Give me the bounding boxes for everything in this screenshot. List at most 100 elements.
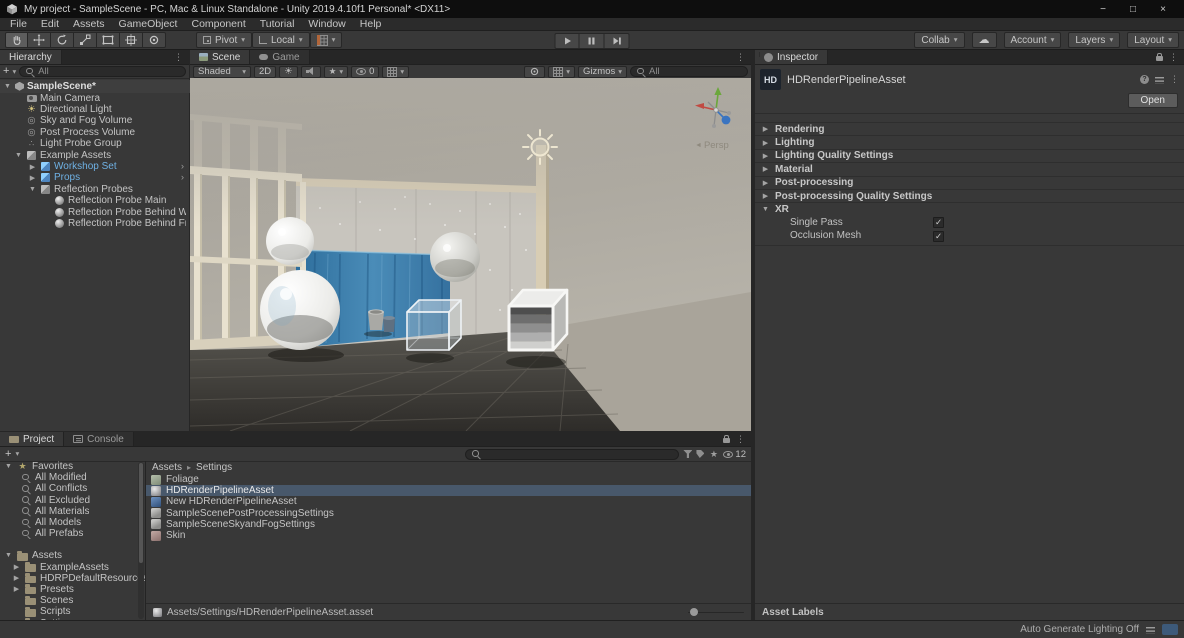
- lighting-settings-icon[interactable]: [1146, 626, 1155, 634]
- layout-dropdown[interactable]: Layout ▾: [1127, 32, 1179, 48]
- menu-tutorial[interactable]: Tutorial: [253, 18, 302, 31]
- maximize-button[interactable]: □: [1118, 4, 1148, 15]
- menu-window[interactable]: Window: [301, 18, 352, 31]
- tab-scene[interactable]: Scene: [190, 50, 250, 64]
- file-samplesceneskyandfogsettings[interactable]: SampleSceneSkyandFogSettings: [146, 519, 751, 530]
- folder-hdrpdefaultresources[interactable]: ▶ HDRPDefaultResources: [0, 573, 145, 584]
- account-dropdown[interactable]: Account ▾: [1004, 32, 1062, 48]
- collab-button[interactable]: Collab ▾: [914, 32, 964, 48]
- folder-exampleassets[interactable]: ▶ ExampleAssets: [0, 562, 145, 573]
- pivot-toggle-button[interactable]: Pivot ▾: [196, 32, 252, 48]
- hierarchy-item-reflection-probe-wall[interactable]: Reflection Probe Behind Wal: [0, 206, 189, 217]
- expander-open-icon[interactable]: ▼: [28, 186, 37, 193]
- 2d-toggle[interactable]: 2D: [254, 66, 276, 78]
- scene-viewport[interactable]: ◄ Persp: [190, 78, 751, 431]
- minimize-button[interactable]: −: [1088, 4, 1118, 15]
- single-pass-checkbox[interactable]: ✓: [933, 217, 944, 228]
- foldout-lighting[interactable]: ▶ Lighting: [755, 136, 1184, 149]
- folder-presets[interactable]: ▶ Presets: [0, 584, 145, 595]
- folder-scripts[interactable]: Scripts: [0, 606, 145, 617]
- expander-closed-icon[interactable]: ▶: [28, 174, 37, 182]
- context-menu-icon[interactable]: ⋮: [1170, 74, 1179, 85]
- step-button[interactable]: [605, 33, 630, 49]
- layers-dropdown[interactable]: Layers ▾: [1068, 32, 1120, 48]
- panel-menu-icon[interactable]: ⋮: [1169, 52, 1178, 63]
- custom-tool-button[interactable]: [143, 32, 166, 48]
- folder-scenes[interactable]: Scenes: [0, 595, 145, 606]
- hierarchy-item-light-probe-group[interactable]: ∴ Light Probe Group: [0, 138, 189, 149]
- favorite-all-prefabs[interactable]: All Prefabs: [0, 528, 145, 539]
- expander-closed-icon[interactable]: ▶: [12, 563, 21, 571]
- create-asset-button[interactable]: +: [5, 449, 11, 460]
- hierarchy-item-reflection-probes[interactable]: ▼ Reflection Probes: [0, 184, 189, 195]
- component-tools-button[interactable]: [524, 66, 545, 78]
- hidden-objects-toggle[interactable]: 0: [351, 66, 379, 78]
- breadcrumb-settings[interactable]: Settings: [196, 462, 232, 473]
- local-toggle-button[interactable]: Local ▾: [252, 32, 310, 48]
- prefab-open-chevron-icon[interactable]: ›: [181, 161, 186, 172]
- hierarchy-item-reflection-probe-frame[interactable]: Reflection Probe Behind Fra: [0, 218, 189, 229]
- thumbnail-zoom-slider[interactable]: [688, 607, 744, 617]
- reflection-probe-sphere-large[interactable]: [260, 270, 340, 350]
- hierarchy-item-main-camera[interactable]: Main Camera: [0, 93, 189, 104]
- help-icon[interactable]: ?: [1140, 75, 1149, 84]
- expander-open-icon[interactable]: ▼: [4, 463, 13, 470]
- open-button[interactable]: Open: [1128, 93, 1178, 108]
- tab-hierarchy[interactable]: Hierarchy: [0, 50, 62, 64]
- menu-component[interactable]: Component: [184, 18, 252, 31]
- tab-inspector[interactable]: Inspector: [755, 50, 828, 64]
- favorite-all-models[interactable]: All Models: [0, 517, 145, 528]
- search-by-type-icon[interactable]: [683, 450, 692, 458]
- menu-gameobject[interactable]: GameObject: [112, 18, 185, 31]
- favorite-all-modified[interactable]: All Modified: [0, 472, 145, 483]
- hierarchy-search-input[interactable]: All: [19, 66, 186, 77]
- rect-tool-button[interactable]: [97, 32, 120, 48]
- scene-audio-toggle[interactable]: [301, 66, 321, 78]
- background-activity-indicator[interactable]: [1162, 624, 1178, 635]
- foldout-post-processing-quality[interactable]: ▶ Post-processing Quality Settings: [755, 190, 1184, 203]
- favorites-root[interactable]: ▼ ★ Favorites: [0, 461, 145, 472]
- expander-open-icon[interactable]: ▼: [761, 206, 770, 213]
- gizmos-dropdown[interactable]: Gizmos ▾: [578, 66, 627, 78]
- play-button[interactable]: [555, 33, 580, 49]
- expander-open-icon[interactable]: ▼: [3, 83, 12, 90]
- prefab-open-chevron-icon[interactable]: ›: [181, 172, 186, 183]
- search-by-label-icon[interactable]: [696, 450, 704, 458]
- hierarchy-item-directional-light[interactable]: ☀ Directional Light: [0, 104, 189, 115]
- scene-lighting-toggle[interactable]: ☀: [279, 66, 298, 78]
- asset-labels-section[interactable]: Asset Labels: [755, 603, 1184, 620]
- lock-icon[interactable]: [1156, 56, 1163, 61]
- tab-console[interactable]: Console: [64, 432, 134, 446]
- hierarchy-item-example-assets[interactable]: ▼ Example Assets: [0, 149, 189, 160]
- auto-generate-lighting-status[interactable]: Auto Generate Lighting Off: [1020, 624, 1139, 635]
- scale-tool-button[interactable]: [74, 32, 97, 48]
- foldout-rendering[interactable]: ▶ Rendering: [755, 123, 1184, 136]
- hierarchy-item-sky-fog-volume[interactable]: ◎ Sky and Fog Volume: [0, 115, 189, 126]
- tab-project[interactable]: Project: [0, 432, 64, 446]
- file-hdrenderpipelineasset[interactable]: HDRenderPipelineAsset: [146, 485, 751, 496]
- foldout-lighting-quality[interactable]: ▶ Lighting Quality Settings: [755, 150, 1184, 163]
- move-tool-button[interactable]: [28, 32, 51, 48]
- slider-knob[interactable]: [690, 608, 698, 616]
- presets-icon[interactable]: [1155, 76, 1164, 84]
- project-search-input[interactable]: [465, 449, 679, 460]
- menu-assets[interactable]: Assets: [66, 18, 112, 31]
- breadcrumb-assets[interactable]: Assets: [152, 462, 182, 473]
- expander-closed-icon[interactable]: ▶: [28, 163, 37, 171]
- create-button[interactable]: +: [3, 66, 9, 77]
- menu-help[interactable]: Help: [353, 18, 389, 31]
- expander-closed-icon[interactable]: ▶: [761, 165, 770, 173]
- expander-closed-icon[interactable]: ▶: [761, 192, 770, 200]
- tab-game[interactable]: Game: [250, 50, 309, 64]
- expander-open-icon[interactable]: ▼: [4, 552, 13, 559]
- panel-menu-icon[interactable]: ⋮: [736, 52, 745, 63]
- hierarchy-item-reflection-probe-main[interactable]: Reflection Probe Main: [0, 195, 189, 206]
- panel-menu-icon[interactable]: ⋮: [174, 52, 183, 63]
- pause-button[interactable]: [580, 33, 605, 49]
- effects-dropdown[interactable]: ★ ▾: [324, 66, 348, 78]
- expander-closed-icon[interactable]: ▶: [12, 574, 21, 582]
- panel-menu-icon[interactable]: ⋮: [736, 434, 745, 445]
- transform-tool-button[interactable]: [120, 32, 143, 48]
- menu-edit[interactable]: Edit: [34, 18, 66, 31]
- cloud-button[interactable]: ☁: [972, 32, 997, 48]
